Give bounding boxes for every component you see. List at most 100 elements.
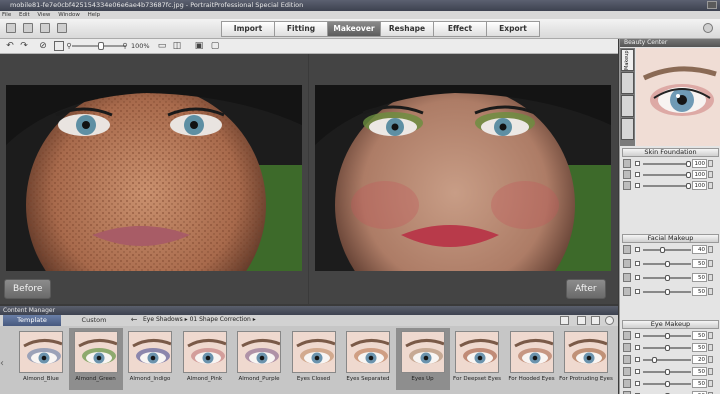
new-icon[interactable] — [6, 23, 16, 33]
slider-track[interactable] — [643, 275, 691, 281]
single-view-icon[interactable]: ▭ — [157, 41, 167, 51]
slider-thumb[interactable] — [664, 345, 670, 351]
tab-custom[interactable]: Custom — [65, 315, 123, 326]
side-tab-makeup[interactable]: Makeup — [621, 49, 634, 71]
slider-track[interactable] — [643, 161, 691, 167]
slider-value[interactable]: 50 — [692, 273, 707, 282]
undo-icon[interactable]: ↶ — [5, 41, 15, 51]
mask-icon[interactable]: ▣ — [194, 41, 204, 51]
slider-value[interactable]: 50 — [692, 367, 707, 376]
reset-icon[interactable]: ⊘ — [38, 41, 48, 51]
menu-window[interactable]: Window — [58, 12, 80, 18]
slider-value[interactable]: 50 — [692, 379, 707, 388]
slider-value[interactable]: 20 — [692, 355, 707, 364]
template-thumb[interactable]: Almond_Indigo — [123, 328, 177, 390]
save-as-icon[interactable] — [57, 23, 67, 33]
enable-checkbox[interactable] — [635, 381, 640, 386]
menu-edit[interactable]: Edit — [19, 12, 30, 18]
enable-checkbox[interactable] — [635, 183, 640, 188]
tab-effect[interactable]: Effect — [433, 21, 487, 37]
enable-checkbox[interactable] — [635, 275, 640, 280]
enable-checkbox[interactable] — [635, 172, 640, 177]
template-thumb[interactable]: Almond_Green — [68, 328, 123, 390]
enable-checkbox[interactable] — [635, 333, 640, 338]
spin-button[interactable] — [708, 288, 713, 295]
section-header-1[interactable]: Skin Foundation — [622, 148, 719, 157]
slider-value[interactable]: 40 — [692, 245, 707, 254]
template-thumb[interactable]: Almond_Pink — [178, 328, 232, 390]
zoom-slider-thumb[interactable] — [98, 42, 105, 50]
slider-thumb[interactable] — [664, 275, 670, 281]
split-view-icon[interactable]: ◫ — [172, 41, 182, 51]
slider-thumb[interactable] — [664, 261, 670, 267]
side-tab-lipstick-icon[interactable] — [621, 95, 634, 117]
grid-view-icon[interactable] — [577, 316, 586, 325]
tab-makeover[interactable]: Makeover — [327, 21, 381, 37]
spin-button[interactable] — [708, 344, 713, 351]
side-tab-brush-icon[interactable] — [621, 118, 634, 140]
details-view-icon[interactable] — [591, 316, 600, 325]
enable-checkbox[interactable] — [635, 161, 640, 166]
slider-thumb[interactable] — [664, 381, 670, 387]
slider-thumb[interactable] — [664, 289, 670, 295]
scroll-left-icon[interactable]: ‹ — [0, 358, 8, 372]
spin-button[interactable] — [708, 246, 713, 253]
side-tab-skin-icon[interactable] — [621, 72, 634, 94]
template-thumb[interactable]: For Hooded Eyes — [505, 328, 559, 390]
settings-icon[interactable] — [703, 23, 713, 33]
slider-track[interactable] — [643, 183, 691, 189]
enable-checkbox[interactable] — [635, 261, 640, 266]
template-thumb[interactable]: For Deepset Eyes — [450, 328, 504, 390]
slider-thumb[interactable] — [664, 369, 670, 375]
slider-thumb[interactable] — [664, 333, 670, 339]
spin-button[interactable] — [708, 171, 713, 178]
after-button[interactable]: After — [566, 279, 606, 299]
tab-template[interactable]: Template — [3, 315, 61, 326]
menu-view[interactable]: View — [37, 12, 50, 18]
enable-checkbox[interactable] — [635, 247, 640, 252]
search-icon[interactable] — [605, 316, 614, 325]
slider-value[interactable]: 50 — [692, 259, 707, 268]
section-header-3[interactable]: Eye Makeup — [622, 320, 719, 329]
zoom-slider[interactable] — [72, 42, 126, 50]
menu-help[interactable]: Help — [88, 12, 101, 18]
compare-icon[interactable] — [54, 41, 64, 51]
redo-icon[interactable]: ↷ — [19, 41, 29, 51]
slider-value[interactable]: 50 — [692, 343, 707, 352]
slider-track[interactable] — [643, 345, 691, 351]
slider-thumb[interactable] — [651, 357, 657, 363]
slider-value[interactable]: 100 — [692, 181, 707, 190]
template-thumb[interactable]: Almond_Blue — [14, 328, 68, 390]
tab-reshape[interactable]: Reshape — [380, 21, 434, 37]
spin-button[interactable] — [708, 332, 713, 339]
content-breadcrumb[interactable]: Eye Shadows ▸ 01 Shape Correction ▸ — [143, 316, 256, 323]
menu-file[interactable]: File — [2, 12, 11, 18]
slider-thumb[interactable] — [660, 247, 666, 253]
slider-track[interactable] — [643, 289, 691, 295]
save-icon[interactable] — [40, 23, 50, 33]
template-thumb[interactable]: For Protruding Eyes — [559, 328, 613, 390]
slider-track[interactable] — [643, 261, 691, 267]
slider-track[interactable] — [643, 381, 691, 387]
background-icon[interactable]: ▢ — [210, 41, 220, 51]
spin-button[interactable] — [708, 380, 713, 387]
slider-track[interactable] — [643, 172, 691, 178]
slider-track[interactable] — [643, 369, 691, 375]
tab-fitting[interactable]: Fitting — [274, 21, 328, 37]
slider-thumb[interactable] — [686, 172, 691, 178]
spin-button[interactable] — [708, 182, 713, 189]
slider-track[interactable] — [643, 357, 691, 363]
slider-track[interactable] — [643, 247, 691, 253]
tab-import[interactable]: Import — [221, 21, 275, 37]
slider-thumb[interactable] — [686, 183, 691, 189]
before-button[interactable]: Before — [4, 279, 52, 299]
slider-thumb[interactable] — [686, 161, 691, 167]
slider-value[interactable]: 100 — [692, 170, 707, 179]
spin-button[interactable] — [708, 356, 713, 363]
back-arrow-icon[interactable]: ← — [129, 315, 139, 325]
spin-button[interactable] — [708, 260, 713, 267]
window-controls[interactable] — [707, 1, 717, 9]
spin-button[interactable] — [708, 274, 713, 281]
template-thumb[interactable]: Almond_Purple — [232, 328, 286, 390]
section-header-2[interactable]: Facial Makeup — [622, 234, 719, 243]
